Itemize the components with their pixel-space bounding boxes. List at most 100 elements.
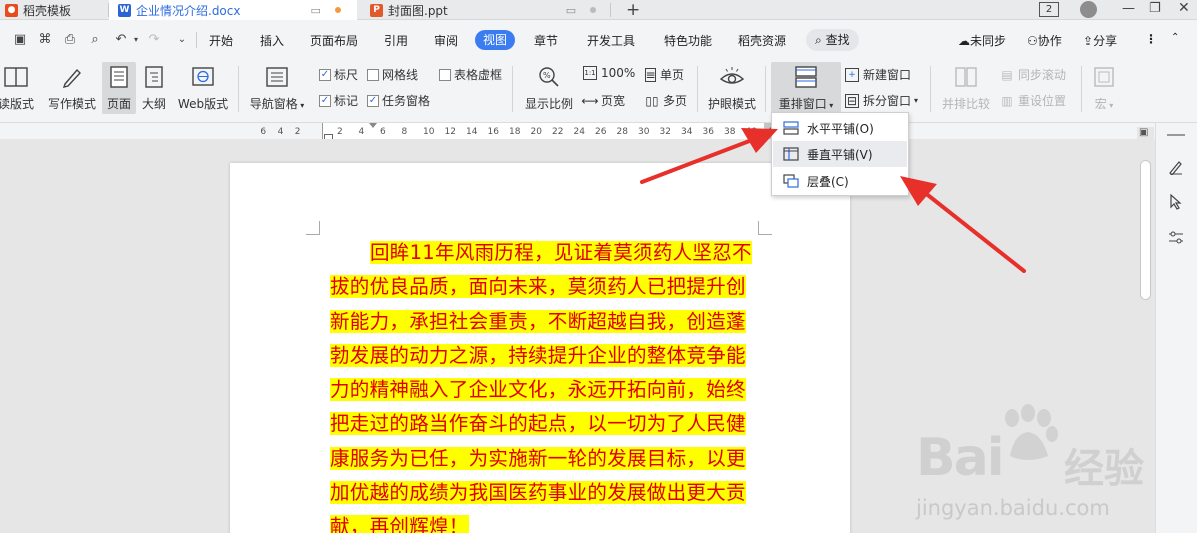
save-icon[interactable]: ▣ xyxy=(12,32,28,48)
collapse-ribbon-icon[interactable]: ⌃ xyxy=(1171,32,1179,43)
magnifier-icon: % xyxy=(536,64,562,90)
search-button[interactable]: ⌕ 查找 xyxy=(806,29,859,51)
write-mode-label: 写作模式 xyxy=(47,97,96,111)
nav-pane-button[interactable]: 导航窗格 ▾ xyxy=(246,62,308,114)
tab-daoke-label: 稻壳模板 xyxy=(23,3,72,18)
multi-page-button[interactable]: ▯▯ 多页 xyxy=(645,92,687,109)
list-icon xyxy=(264,64,290,90)
menu-daoke[interactable]: 稻壳资源 xyxy=(738,32,786,49)
gridlines-checkbox[interactable]: 网格线 xyxy=(367,66,418,83)
split-handle-icon[interactable]: ▣ xyxy=(1139,127,1148,138)
unsaved-dot-icon xyxy=(334,7,341,13)
ppt-doc-icon: P xyxy=(370,3,383,17)
read-mode-button[interactable]: 读版式 xyxy=(0,62,38,114)
ruler-tick-label: 38 xyxy=(724,127,736,137)
ribbon: 读版式 写作模式 页面 大纲 Web版式 导航窗格 ▾ ✓ 标尺 网格线 表格虚框… xyxy=(0,60,1197,123)
tile-vertical-label: 垂直平铺(V) xyxy=(807,147,873,162)
monitor-icon[interactable]: ▭ xyxy=(566,4,576,17)
share-button[interactable]: ⇪分享 xyxy=(1083,32,1117,49)
outline-button[interactable]: 大纲 xyxy=(139,62,169,114)
menu-page-layout[interactable]: 页面布局 xyxy=(310,32,358,49)
reset-position-button[interactable]: ▥ 重设位置 xyxy=(1000,92,1066,109)
customize-toolbar-icon[interactable]: ⌄ xyxy=(174,32,190,48)
menu-section[interactable]: 章节 xyxy=(534,32,558,49)
monitor-icon[interactable]: ▭ xyxy=(310,4,320,17)
macro-label: 宏 ▾ xyxy=(1094,97,1114,111)
web-layout-button[interactable]: Web版式 xyxy=(175,62,231,114)
menu-reference[interactable]: 引用 xyxy=(384,32,408,49)
sync-scroll-icon: ▤ xyxy=(1001,67,1013,82)
new-tab-button[interactable]: + xyxy=(626,0,640,20)
page-width-icon: ⟷ xyxy=(581,93,599,108)
cascade-icon xyxy=(782,174,800,188)
ruler-tick-label: 28 xyxy=(616,127,628,137)
marks-checkbox[interactable]: ✓ 标记 xyxy=(319,92,358,109)
menu-item-cascade[interactable]: 层叠(C) xyxy=(773,168,907,194)
undo-icon[interactable]: ↶ xyxy=(113,32,129,48)
first-line-indent-marker[interactable] xyxy=(369,123,377,128)
margin-corner-top-right xyxy=(758,221,772,235)
tab-daoke[interactable]: ● 稻壳模板 xyxy=(0,0,108,20)
menu-special[interactable]: 特色功能 xyxy=(664,32,712,49)
format-painter-icon[interactable]: ⌘ xyxy=(37,32,53,48)
panel-grip-icon[interactable] xyxy=(1167,134,1185,136)
menu-insert[interactable]: 插入 xyxy=(260,32,284,49)
print-preview-icon[interactable]: ⌕ xyxy=(87,32,103,48)
book-icon xyxy=(3,64,29,90)
outline-icon xyxy=(141,64,167,90)
new-window-icon: + xyxy=(845,67,859,82)
arrange-windows-menu: 水平平铺(O) 垂直平铺(V) 层叠(C) xyxy=(771,112,909,196)
macro-button[interactable]: 宏 ▾ xyxy=(1087,62,1121,114)
menu-item-tile-horizontal[interactable]: 水平平铺(O) xyxy=(773,115,907,141)
highlighted-paragraph[interactable]: 回眸11年风雨历程，见证着莫须药人坚忍不 拔的优良品质，面向未来，莫须药人已把提… xyxy=(330,236,760,533)
avatar[interactable] xyxy=(1080,1,1097,18)
menu-item-tile-vertical[interactable]: 垂直平铺(V) xyxy=(773,141,907,167)
restore-icon[interactable]: ❐ xyxy=(1149,1,1161,16)
redo-icon[interactable]: ↷ xyxy=(146,32,162,48)
paragraph-line: 新能力，承担社会重责，不断超越自我，创造蓬 xyxy=(330,309,746,333)
page-width-button[interactable]: ⟷ 页宽 xyxy=(581,92,625,109)
scrollbar-thumb[interactable] xyxy=(1140,160,1151,300)
ruler-tick-label: 26 xyxy=(595,127,607,137)
write-mode-button[interactable]: 写作模式 xyxy=(46,62,98,114)
print-icon[interactable]: ⎙ xyxy=(62,32,78,48)
more-icon[interactable]: ⋮ xyxy=(1145,32,1157,46)
paragraph-line: 献，再创辉煌！ xyxy=(330,510,760,533)
undo-dropdown-icon[interactable]: ▾ xyxy=(128,32,144,48)
zoom-100-button[interactable]: 1:1 100% xyxy=(583,66,635,80)
page-view-button[interactable]: 页面 xyxy=(102,62,136,114)
select-cursor-icon[interactable] xyxy=(1166,192,1186,212)
word-doc-icon: W xyxy=(118,3,131,17)
collaborate-button[interactable]: ⚇协作 xyxy=(1027,32,1062,49)
table-gridlines-checkbox[interactable]: 表格虚框 xyxy=(439,66,502,83)
ruler-checkbox[interactable]: ✓ 标尺 xyxy=(319,66,358,83)
tab-ppt[interactable]: P 封面图.ppt ▭ xyxy=(358,0,610,20)
tab-docx[interactable]: W 企业情况介绍.docx ▭ xyxy=(109,0,357,20)
window-count-badge[interactable]: 2 xyxy=(1039,2,1059,17)
menu-home[interactable]: 开始 xyxy=(209,32,233,49)
horizontal-ruler[interactable]: 6422468101214161820222426283032343638404… xyxy=(0,123,1197,140)
settings-sliders-icon[interactable] xyxy=(1166,228,1186,248)
sync-status[interactable]: ☁未同步 xyxy=(958,32,1006,49)
task-pane-checkbox[interactable]: ✓ 任务窗格 xyxy=(367,92,430,109)
side-by-side-button[interactable]: 并排比较 xyxy=(939,62,993,114)
tab-bar: ● 稻壳模板 W 企业情况介绍.docx ▭ P 封面图.ppt ▭ + 2 —… xyxy=(0,0,1197,20)
arrange-windows-button[interactable]: 重排窗口 ▾ xyxy=(771,62,841,114)
single-page-button[interactable]: ≡ 单页 xyxy=(645,66,684,83)
sync-scroll-button[interactable]: ▤ 同步滚动 xyxy=(1000,66,1066,83)
menu-view[interactable]: 视图 xyxy=(475,30,516,50)
new-window-button[interactable]: + 新建窗口 xyxy=(845,66,911,83)
baidu-paw-icon xyxy=(1005,404,1058,460)
split-window-icon: ⊟ xyxy=(845,93,859,108)
close-icon[interactable]: ✕ xyxy=(1178,0,1190,16)
eye-mode-button[interactable]: 护眼模式 xyxy=(705,62,759,114)
edit-pen-icon[interactable] xyxy=(1166,157,1186,177)
zoom-label: 显示比例 xyxy=(524,97,573,111)
nav-pane-label: 导航窗格 ▾ xyxy=(249,97,305,111)
minimize-icon[interactable]: — xyxy=(1122,1,1135,16)
menu-developer[interactable]: 开发工具 xyxy=(587,32,635,49)
zoom-button[interactable]: % 显示比例 xyxy=(523,62,575,114)
sync-label: 未同步 xyxy=(970,34,1007,48)
menu-review[interactable]: 审阅 xyxy=(434,32,458,49)
split-window-button[interactable]: ⊟ 拆分窗口 ▾ xyxy=(845,92,918,109)
